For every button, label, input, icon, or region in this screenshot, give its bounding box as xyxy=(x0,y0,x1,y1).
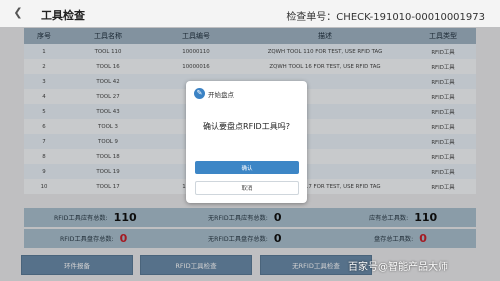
dialog-header: ✎ 开始盘点 xyxy=(194,88,234,99)
dialog-title: 开始盘点 xyxy=(208,90,234,99)
app-header: ❮ 工具检查 检查单号：CHECK-191010-00010001973 xyxy=(0,0,500,27)
pen-icon: ✎ xyxy=(194,88,205,99)
start-inventory-dialog: ✎ 开始盘点 确认要盘点RFID工具吗? 确认 取消 xyxy=(186,81,307,203)
confirm-button[interactable]: 确认 xyxy=(195,161,299,174)
watermark: 百家号@智能产品大师 xyxy=(348,262,448,273)
check-number: 检查单号：CHECK-191010-00010001973 xyxy=(286,12,485,23)
chevron-left-icon[interactable]: ❮ xyxy=(12,7,24,19)
page-title: 工具检查 xyxy=(41,9,85,22)
dialog-message: 确认要盘点RFID工具吗? xyxy=(203,122,290,131)
cancel-button[interactable]: 取消 xyxy=(195,181,299,195)
